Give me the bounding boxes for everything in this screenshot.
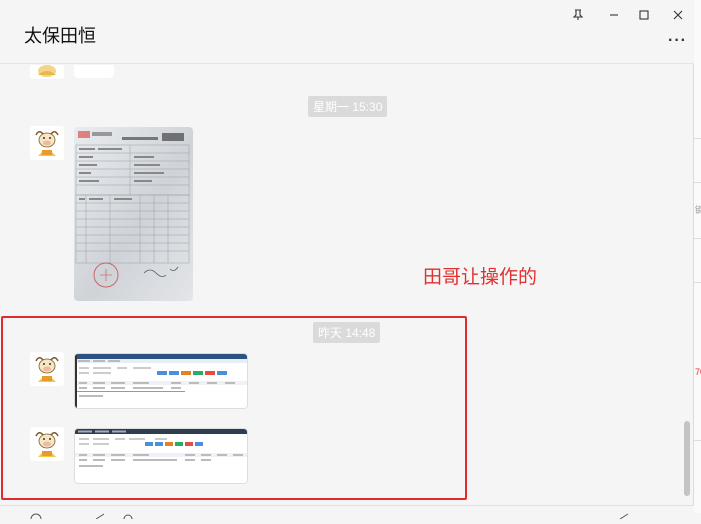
erp-screenshot-image[interactable] xyxy=(74,353,248,409)
chat-window: 太保田恒 ··· 星期一 15:30 田哥让操作的 昨天 14:48 xyxy=(0,0,694,524)
avatar[interactable] xyxy=(30,352,64,386)
chat-title: 太保田恒 xyxy=(24,26,96,47)
erp-screenshot-image[interactable] xyxy=(74,428,248,484)
side-panel-edge: 键 70 xyxy=(694,0,701,513)
input-toolbar[interactable] xyxy=(0,505,694,524)
close-icon[interactable] xyxy=(667,6,689,24)
sticker-image[interactable] xyxy=(74,65,114,78)
maximize-icon[interactable] xyxy=(633,6,655,24)
document-photo[interactable] xyxy=(74,127,193,301)
side-panel-mark: 键 xyxy=(695,205,701,215)
pin-icon[interactable] xyxy=(567,6,589,24)
timestamp-chip: 昨天 14:48 xyxy=(313,322,381,343)
avatar[interactable] xyxy=(30,126,64,160)
message-list[interactable]: 星期一 15:30 田哥让操作的 昨天 14:48 xyxy=(0,65,694,505)
scrollbar-thumb[interactable] xyxy=(684,421,690,496)
more-options-icon[interactable]: ··· xyxy=(668,32,687,50)
side-panel-mark: 70 xyxy=(695,367,701,377)
timestamp-chip: 星期一 15:30 xyxy=(308,96,388,117)
title-bar: 太保田恒 ··· xyxy=(0,0,694,64)
minimize-icon[interactable] xyxy=(603,6,625,24)
annotation-text: 田哥让操作的 xyxy=(423,266,538,288)
avatar[interactable] xyxy=(30,65,64,79)
avatar[interactable] xyxy=(30,427,64,461)
